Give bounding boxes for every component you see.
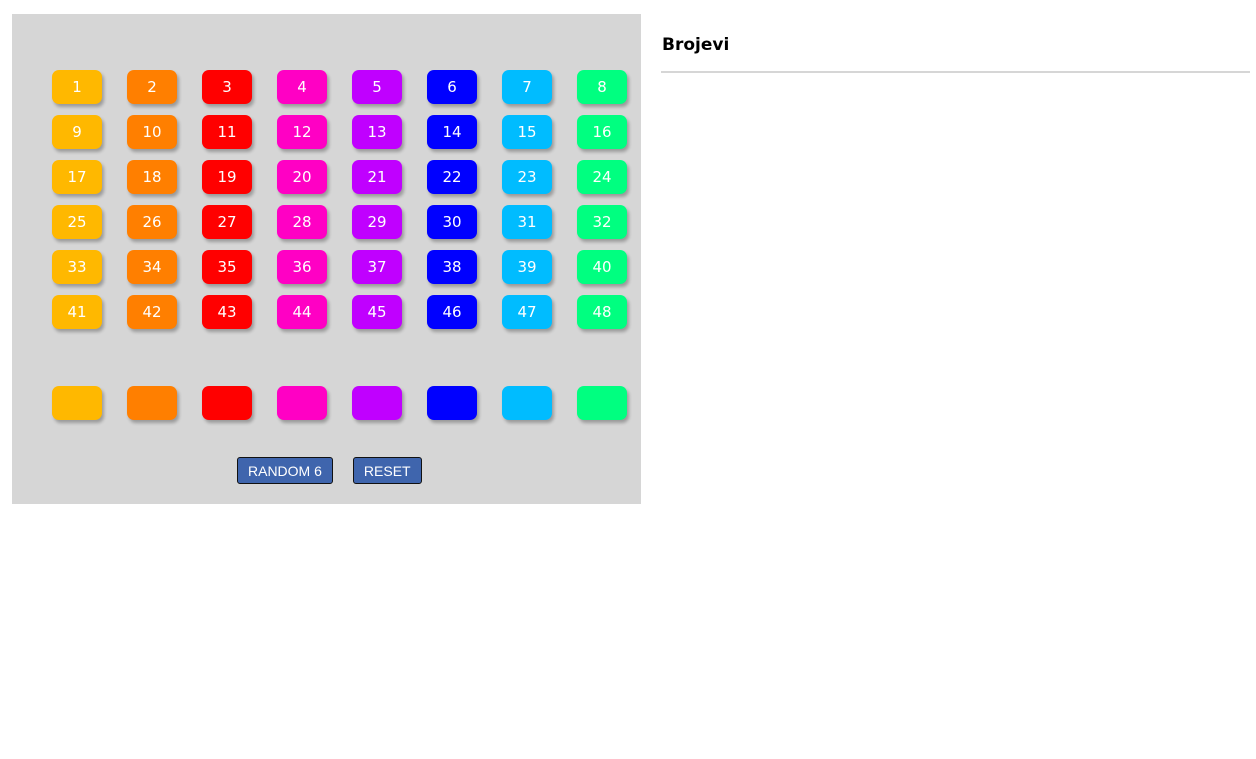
number-ball-42[interactable]: 42 bbox=[127, 295, 177, 329]
number-ball-9[interactable]: 9 bbox=[52, 115, 102, 149]
selected-numbers-panel: Brojevi bbox=[661, 30, 1250, 73]
number-ball-22[interactable]: 22 bbox=[427, 160, 477, 194]
color-swatch-6[interactable] bbox=[427, 386, 477, 420]
number-ball-2[interactable]: 2 bbox=[127, 70, 177, 104]
number-ball-46[interactable]: 46 bbox=[427, 295, 477, 329]
color-swatch-5[interactable] bbox=[352, 386, 402, 420]
number-ball-25[interactable]: 25 bbox=[52, 205, 102, 239]
number-ball-35[interactable]: 35 bbox=[202, 250, 252, 284]
number-ball-37[interactable]: 37 bbox=[352, 250, 402, 284]
color-selector-row bbox=[52, 386, 627, 420]
lottery-board: 1 2 3 4 5 6 7 8 9 10 11 12 13 14 15 16 17 18 19 20 21 22 23 24 2… bbox=[12, 14, 641, 504]
number-ball-20[interactable]: 20 bbox=[277, 160, 327, 194]
color-swatch-4[interactable] bbox=[277, 386, 327, 420]
color-swatch-7[interactable] bbox=[502, 386, 552, 420]
number-ball-1[interactable]: 1 bbox=[52, 70, 102, 104]
number-ball-16[interactable]: 16 bbox=[577, 115, 627, 149]
number-ball-21[interactable]: 21 bbox=[352, 160, 402, 194]
number-ball-19[interactable]: 19 bbox=[202, 160, 252, 194]
number-ball-43[interactable]: 43 bbox=[202, 295, 252, 329]
color-swatch-2[interactable] bbox=[127, 386, 177, 420]
number-ball-12[interactable]: 12 bbox=[277, 115, 327, 149]
number-ball-5[interactable]: 5 bbox=[352, 70, 402, 104]
number-ball-18[interactable]: 18 bbox=[127, 160, 177, 194]
number-ball-45[interactable]: 45 bbox=[352, 295, 402, 329]
reset-button[interactable]: RESET bbox=[352, 457, 422, 484]
number-ball-23[interactable]: 23 bbox=[502, 160, 552, 194]
panel-title: Brojevi bbox=[661, 30, 1250, 73]
number-ball-8[interactable]: 8 bbox=[577, 70, 627, 104]
number-ball-44[interactable]: 44 bbox=[277, 295, 327, 329]
number-ball-33[interactable]: 33 bbox=[52, 250, 102, 284]
number-ball-38[interactable]: 38 bbox=[427, 250, 477, 284]
number-ball-11[interactable]: 11 bbox=[202, 115, 252, 149]
number-ball-13[interactable]: 13 bbox=[352, 115, 402, 149]
number-ball-31[interactable]: 31 bbox=[502, 205, 552, 239]
number-ball-27[interactable]: 27 bbox=[202, 205, 252, 239]
number-ball-41[interactable]: 41 bbox=[52, 295, 102, 329]
color-swatch-1[interactable] bbox=[52, 386, 102, 420]
number-ball-4[interactable]: 4 bbox=[277, 70, 327, 104]
number-ball-3[interactable]: 3 bbox=[202, 70, 252, 104]
number-ball-47[interactable]: 47 bbox=[502, 295, 552, 329]
number-ball-39[interactable]: 39 bbox=[502, 250, 552, 284]
number-ball-34[interactable]: 34 bbox=[127, 250, 177, 284]
action-buttons: RANDOM 6 RESET bbox=[237, 457, 422, 484]
number-ball-26[interactable]: 26 bbox=[127, 205, 177, 239]
number-ball-10[interactable]: 10 bbox=[127, 115, 177, 149]
random-six-button[interactable]: RANDOM 6 bbox=[237, 457, 333, 484]
number-ball-7[interactable]: 7 bbox=[502, 70, 552, 104]
number-ball-48[interactable]: 48 bbox=[577, 295, 627, 329]
number-ball-15[interactable]: 15 bbox=[502, 115, 552, 149]
number-ball-17[interactable]: 17 bbox=[52, 160, 102, 194]
number-ball-28[interactable]: 28 bbox=[277, 205, 327, 239]
number-ball-40[interactable]: 40 bbox=[577, 250, 627, 284]
number-grid: 1 2 3 4 5 6 7 8 9 10 11 12 13 14 15 16 17 18 19 20 21 22 23 24 2… bbox=[52, 70, 627, 329]
number-ball-30[interactable]: 30 bbox=[427, 205, 477, 239]
number-ball-32[interactable]: 32 bbox=[577, 205, 627, 239]
color-swatch-3[interactable] bbox=[202, 386, 252, 420]
number-ball-14[interactable]: 14 bbox=[427, 115, 477, 149]
number-ball-24[interactable]: 24 bbox=[577, 160, 627, 194]
number-ball-29[interactable]: 29 bbox=[352, 205, 402, 239]
number-ball-36[interactable]: 36 bbox=[277, 250, 327, 284]
color-swatch-8[interactable] bbox=[577, 386, 627, 420]
number-ball-6[interactable]: 6 bbox=[427, 70, 477, 104]
